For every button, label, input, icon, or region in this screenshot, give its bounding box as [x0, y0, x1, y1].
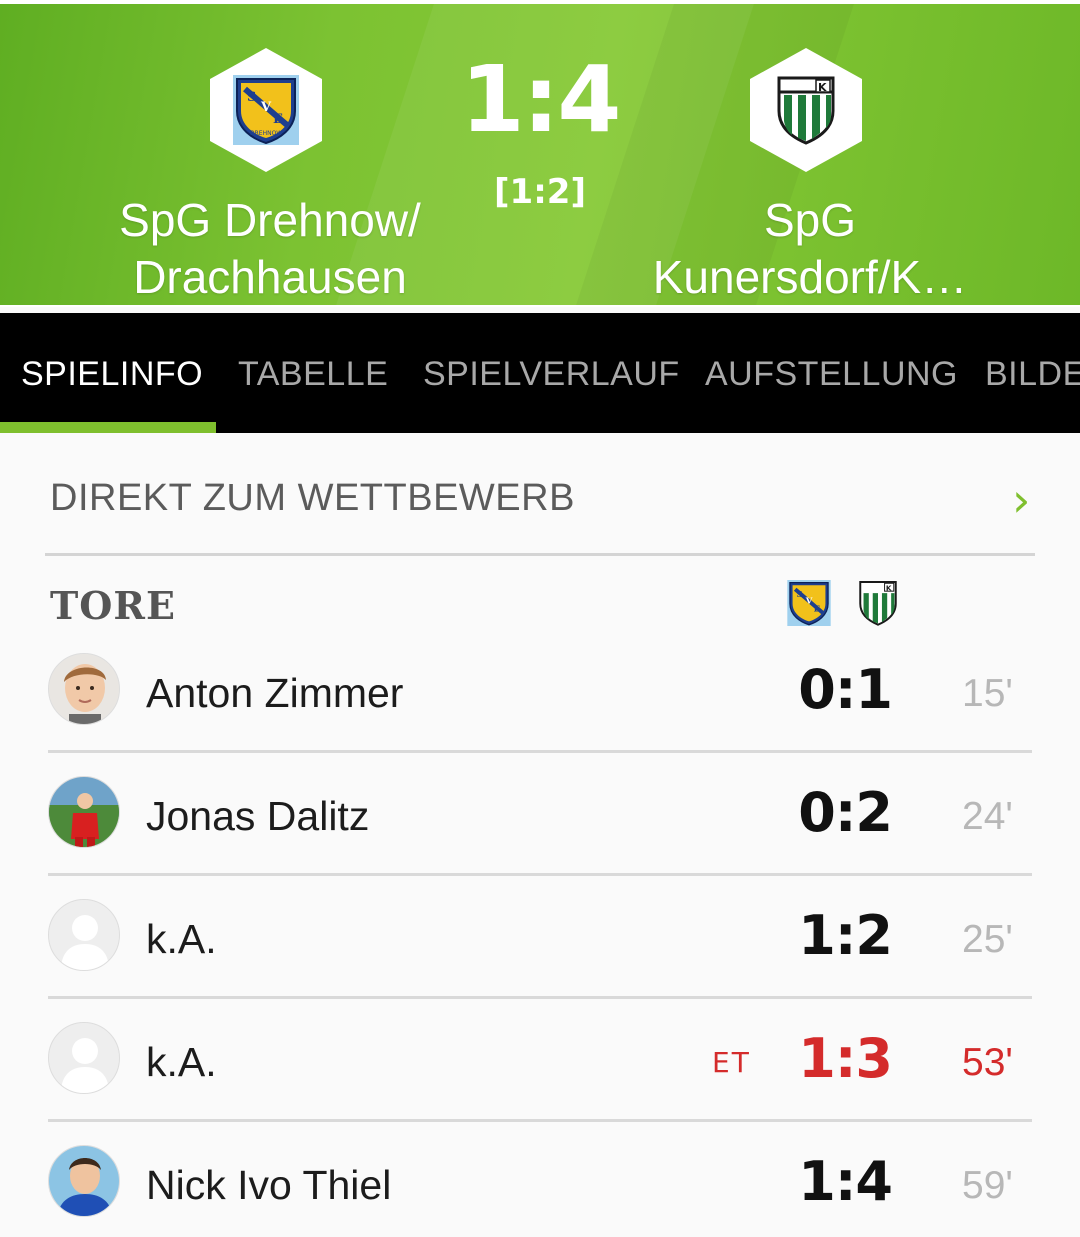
- goal-row[interactable]: Nick Ivo Thiel 1:4 59': [0, 1122, 1080, 1237]
- home-team-crest[interactable]: S V E DREHNOW: [210, 48, 322, 172]
- player-avatar: [48, 776, 120, 848]
- competition-link-label: DIREKT ZUM WETTBEWERB: [50, 477, 575, 519]
- goal-score: 1:4: [798, 1150, 893, 1213]
- home-team-name[interactable]: SpG Drehnow/ Drachhausen: [90, 192, 450, 306]
- tab-bar: SPIELINFO TABELLE SPIELVERLAUF AUFSTELLU…: [0, 313, 1080, 433]
- svg-text:V: V: [805, 597, 813, 607]
- home-crest-icon: S V E DREHNOW: [233, 75, 299, 145]
- svg-text:S: S: [797, 590, 803, 600]
- goal-row[interactable]: k.A. ET 1:3 53': [0, 999, 1080, 1122]
- halftime-score: [1:2]: [494, 172, 586, 212]
- goal-minute: 25': [962, 918, 1013, 961]
- player-avatar: [48, 653, 120, 725]
- tab-tabelle[interactable]: TABELLE: [238, 355, 388, 394]
- player-name: Nick Ivo Thiel: [146, 1162, 392, 1208]
- goal-minute: 15': [962, 672, 1013, 715]
- away-crest-icon: K: [777, 76, 835, 145]
- tab-bilder[interactable]: BILDE: [985, 355, 1080, 394]
- chevron-right-icon: ›: [1012, 473, 1031, 527]
- player-avatar-placeholder-icon: [48, 1022, 120, 1094]
- home-team-mini-crest-icon: S V E: [787, 580, 831, 626]
- svg-text:K: K: [818, 81, 827, 94]
- away-team-name[interactable]: SpG Kunersdorf/K…: [620, 192, 1000, 306]
- svg-text:S: S: [247, 90, 256, 105]
- match-header: S V E DREHNOW 1:4 [1:2] K SpG Drehnow/ D…: [0, 0, 1080, 307]
- tab-spielinfo[interactable]: SPIELINFO: [21, 355, 203, 394]
- player-name: Anton Zimmer: [146, 670, 404, 716]
- tab-spielverlauf[interactable]: SPIELVERLAUF: [423, 355, 680, 394]
- goal-row[interactable]: k.A. 1:2 25': [0, 876, 1080, 999]
- svg-text:V: V: [260, 100, 272, 115]
- goal-minute: 53': [962, 1041, 1013, 1084]
- goal-score: 1:2: [798, 904, 893, 967]
- player-avatar-placeholder-icon: [48, 899, 120, 971]
- match-score: 1:4: [460, 46, 622, 153]
- tab-aufstellung[interactable]: AUFSTELLUNG: [705, 355, 958, 394]
- header-top-border: [0, 0, 1080, 4]
- header-bottom-border: [0, 305, 1080, 307]
- goal-minute: 24': [962, 795, 1013, 838]
- player-name: Jonas Dalitz: [146, 793, 370, 839]
- svg-text:DREHNOW: DREHNOW: [250, 130, 282, 137]
- goal-score: 1:3: [798, 1027, 893, 1090]
- goal-row[interactable]: Jonas Dalitz 0:2 24': [0, 753, 1080, 876]
- goal-score: 0:1: [798, 658, 893, 721]
- away-team-mini-crest-icon: K: [858, 580, 902, 626]
- goals-section-title: TORE: [50, 583, 176, 628]
- svg-text:E: E: [814, 605, 821, 615]
- competition-link[interactable]: DIREKT ZUM WETTBEWERB ›: [0, 433, 1080, 553]
- goal-row[interactable]: Anton Zimmer 0:1 15': [0, 630, 1080, 753]
- divider: [45, 553, 1035, 556]
- player-name: k.A.: [146, 1039, 217, 1085]
- player-name: k.A.: [146, 916, 217, 962]
- goal-score: 0:2: [798, 781, 893, 844]
- svg-text:K: K: [886, 584, 892, 593]
- active-tab-indicator: [0, 422, 216, 433]
- player-avatar: [48, 1145, 120, 1217]
- goal-minute: 59': [962, 1164, 1013, 1207]
- svg-text:E: E: [273, 112, 283, 127]
- own-goal-badge: ET: [712, 1046, 751, 1079]
